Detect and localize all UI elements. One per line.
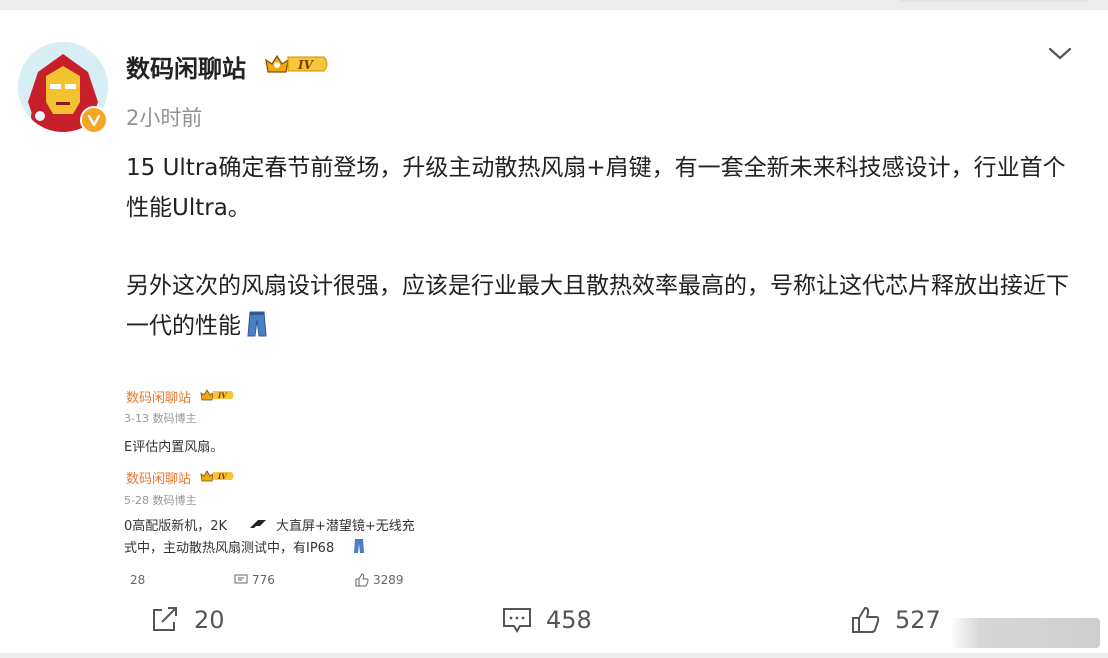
post-time: 2小时前 bbox=[126, 106, 203, 130]
watermark-overlay bbox=[950, 618, 1100, 648]
comment-button[interactable]: 458 bbox=[502, 606, 592, 634]
embed-comment-icon bbox=[234, 574, 248, 584]
embed-text-2b: 大直屏+潜望镜+无线充 bbox=[276, 519, 415, 534]
like-button[interactable]: 527 bbox=[851, 606, 941, 634]
embed-text-2a: 0高配版新机，2K bbox=[124, 519, 228, 534]
post-paragraph-1: 15 Ultra确定春节前登场，升级主动散热风扇+肩键，有一套全新未来科技感设计… bbox=[126, 155, 1066, 221]
embed-author-name-2: 数码闲聊站 bbox=[126, 472, 192, 487]
repost-count: 20 bbox=[194, 606, 225, 634]
top-search-bar[interactable] bbox=[898, 0, 1090, 2]
embed-meta-1: 3-13 数码博主 bbox=[124, 412, 197, 425]
embed-jeans-emoji-icon bbox=[354, 539, 364, 553]
embedded-screenshot[interactable]: 数码闲聊站 IV 3-13 数码博主 E评估内置风扇。 数码闲聊站 IV 5-2… bbox=[118, 382, 428, 598]
comment-icon bbox=[503, 608, 531, 633]
svg-text:IV: IV bbox=[217, 391, 228, 400]
jeans-emoji-icon bbox=[247, 310, 267, 350]
embed-like-stat: 3289 bbox=[355, 573, 404, 587]
comment-count: 458 bbox=[546, 606, 592, 634]
embed-crown-icon-2: IV bbox=[200, 470, 234, 482]
embed-text-2c: 式中，主动散热风扇测试中，有IP68 bbox=[124, 541, 335, 556]
weibo-post-card: 数码闲聊站 IV 2小时前 15 Ultra确定春节前登场，升级主动散热风扇+肩… bbox=[0, 10, 1108, 653]
post-body: 15 Ultra确定春节前登场，升级主动散热风扇+肩键，有一套全新未来科技感设计… bbox=[126, 148, 1086, 350]
thumbs-up-icon bbox=[852, 607, 880, 633]
embed-like-icon bbox=[355, 573, 369, 587]
embed-crown-icon-1: IV bbox=[200, 389, 234, 401]
embed-text-1: E评估内置风扇。 bbox=[124, 440, 224, 455]
like-count: 527 bbox=[895, 606, 941, 634]
bottom-divider bbox=[0, 653, 1108, 658]
action-bar: 20 458 527 bbox=[0, 606, 1108, 654]
author-name[interactable]: 数码闲聊站 bbox=[126, 49, 246, 84]
svg-text:IV: IV bbox=[217, 472, 228, 481]
embed-author-name-1: 数码闲聊站 bbox=[126, 391, 192, 406]
top-bar bbox=[0, 0, 1108, 10]
more-options-chevron-down-icon[interactable] bbox=[1046, 40, 1074, 68]
repost-button[interactable]: 20 bbox=[150, 606, 225, 634]
level-text: IV bbox=[297, 58, 315, 72]
post-paragraph-2-text: 另外这次的风扇设计很强，应该是行业最大且散热效率最高的，号称让这代芯片释放出接近… bbox=[126, 273, 1069, 339]
vip-level-badge[interactable]: IV bbox=[264, 52, 332, 80]
crown-icon: IV bbox=[265, 54, 328, 73]
verified-badge-icon bbox=[80, 106, 108, 134]
phone-emoji-icon bbox=[250, 520, 266, 528]
repost-icon bbox=[153, 607, 177, 631]
embed-repost-count: 28 bbox=[130, 573, 146, 587]
embed-comment-stat: 776 bbox=[234, 573, 275, 587]
embed-meta-2: 5-28 数码博主 bbox=[124, 494, 197, 507]
post-paragraph-2: 另外这次的风扇设计很强，应该是行业最大且散热效率最高的，号称让这代芯片释放出接近… bbox=[126, 266, 1086, 350]
